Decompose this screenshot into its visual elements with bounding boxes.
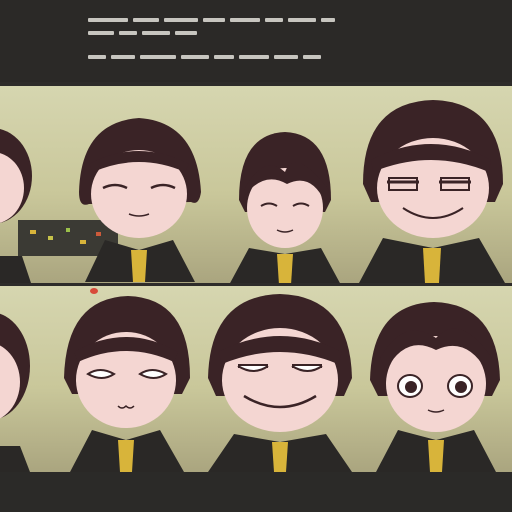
footer-bar xyxy=(0,472,512,512)
character-4 xyxy=(355,98,505,283)
comic-strip-top xyxy=(0,86,512,283)
caption-line-2 xyxy=(88,28,197,38)
character-3 xyxy=(225,130,345,283)
caption-line-3 xyxy=(88,52,321,62)
header-bar xyxy=(0,0,512,82)
character-6 xyxy=(62,294,192,472)
character-2 xyxy=(75,112,205,282)
character-5 xyxy=(0,296,40,472)
comic-strip-bottom xyxy=(0,286,512,472)
caption-line-1 xyxy=(88,15,335,25)
character-8 xyxy=(366,300,506,472)
character-7 xyxy=(200,292,360,472)
